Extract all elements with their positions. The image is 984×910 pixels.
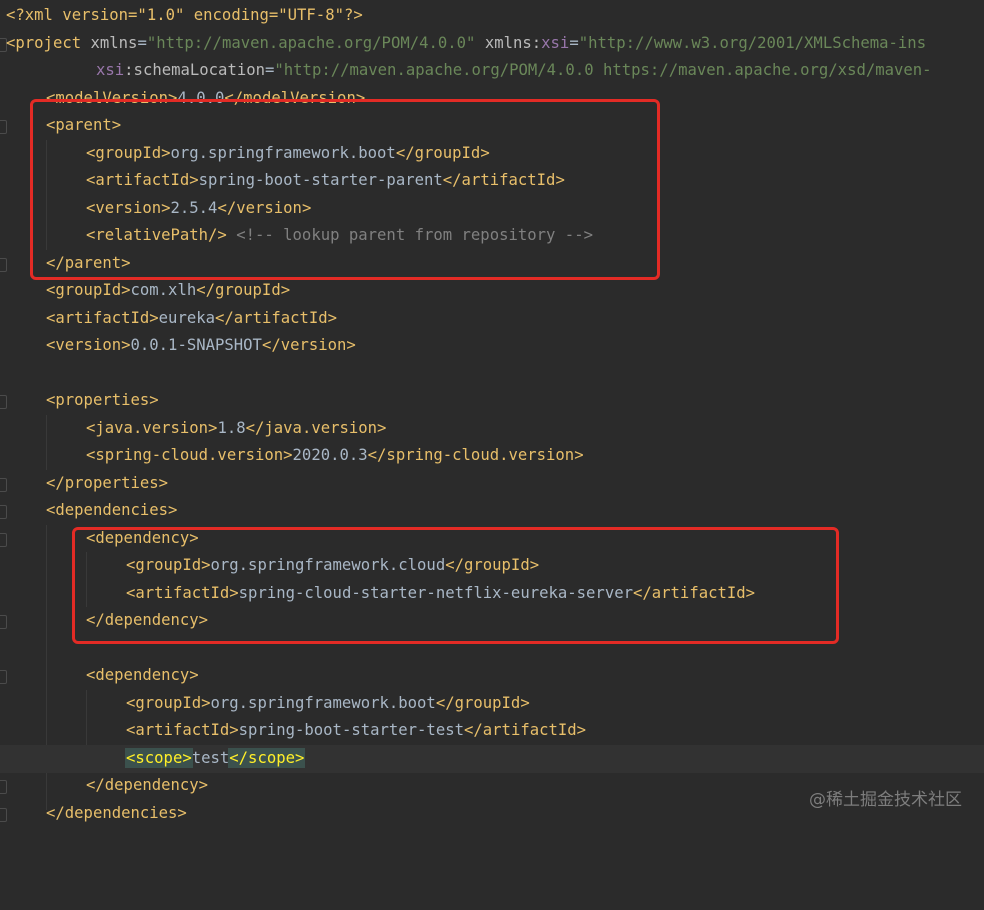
code-line[interactable]: <dependencies> (0, 497, 984, 525)
tag-text: spring-boot-starter-test (238, 721, 464, 739)
fold-marker-icon[interactable] (0, 670, 7, 684)
code-line[interactable]: <artifactId>spring-boot-starter-test</ar… (0, 717, 984, 745)
tag-text: 0.0.1-SNAPSHOT (130, 336, 262, 354)
tag-close: </java.version> (245, 419, 387, 437)
tag-close: </spring-cloud.version> (367, 446, 584, 464)
code-line[interactable]: <java.version>1.8</java.version> (0, 415, 984, 443)
tag-close: </artifactId> (215, 309, 338, 327)
tag-close: </groupId> (196, 281, 291, 299)
code-line[interactable]: <project xmlns="http://maven.apache.org/… (0, 30, 984, 58)
tag-open: <properties> (46, 391, 159, 409)
tag-open: <java.version> (86, 419, 218, 437)
code-line[interactable]: <groupId>com.xlh</groupId> (0, 277, 984, 305)
tag-text: eureka (158, 309, 216, 327)
tag-close: </groupId> (435, 694, 530, 712)
attr-value: "http://www.w3.org/2001/XMLSchema-ins (578, 34, 927, 52)
fold-marker-icon[interactable] (0, 395, 7, 409)
fold-marker-icon[interactable] (0, 808, 7, 822)
code-line[interactable]: <dependency> (0, 662, 984, 690)
tag-open: <version> (46, 336, 131, 354)
tag-text: org.springframework.boot (210, 694, 436, 712)
code-line[interactable]: </properties> (0, 470, 984, 498)
tag-open: <artifactId> (126, 721, 239, 739)
xml-declaration: <?xml version="1.0" encoding="UTF-8"?> (6, 6, 363, 24)
code-line[interactable]: <groupId>org.springframework.boot</group… (0, 690, 984, 718)
code-line[interactable]: <properties> (0, 387, 984, 415)
tag-text: 1.8 (217, 419, 246, 437)
tag-open: <groupId> (126, 694, 211, 712)
fold-marker-icon[interactable] (0, 780, 7, 794)
attr-value: "http://maven.apache.org/POM/4.0.0 https… (274, 61, 932, 79)
fold-marker-icon[interactable] (0, 258, 7, 272)
tag-open: <spring-cloud.version> (86, 446, 293, 464)
fold-marker-icon[interactable] (0, 533, 7, 547)
fold-marker-icon[interactable] (0, 615, 7, 629)
parent-highlight-box (30, 99, 660, 280)
equals: = (265, 61, 275, 79)
equals: = (137, 34, 147, 52)
fold-marker-icon[interactable] (0, 120, 7, 134)
attr-name: :schemaLocation (124, 61, 265, 79)
watermark: @稀土掘金技术社区 (809, 790, 962, 810)
tag-open-highlighted: <scope> (125, 748, 193, 768)
code-line[interactable]: <artifactId>eureka</artifactId> (0, 305, 984, 333)
code-line[interactable]: <version>0.0.1-SNAPSHOT</version> (0, 332, 984, 360)
dependency-highlight-box (72, 527, 839, 644)
tag-text: com.xlh (130, 281, 197, 299)
tag-text: test (191, 749, 230, 767)
attr-name: xmlns (81, 34, 138, 52)
code-editor[interactable]: <?xml version="1.0" encoding="UTF-8"?> <… (0, 0, 984, 832)
code-line[interactable]: <?xml version="1.0" encoding="UTF-8"?> (0, 2, 984, 30)
tag-open: <groupId> (46, 281, 131, 299)
tag-open: <project (6, 34, 82, 52)
tag-text: 2020.0.3 (292, 446, 368, 464)
attr-value: "http://maven.apache.org/POM/4.0.0" (146, 34, 476, 52)
tag-close: </dependencies> (46, 804, 187, 822)
attr-name: xmlns: (475, 34, 542, 52)
code-line[interactable]: <spring-cloud.version>2020.0.3</spring-c… (0, 442, 984, 470)
fold-marker-icon[interactable] (0, 478, 7, 492)
tag-close: </dependency> (86, 776, 209, 794)
tag-open: <dependencies> (46, 501, 178, 519)
tag-close-highlighted: </scope> (228, 748, 306, 768)
tag-close: </version> (261, 336, 356, 354)
tag-open: <dependency> (86, 666, 199, 684)
namespace-prefix: xsi (96, 61, 125, 79)
equals: = (569, 34, 579, 52)
tag-close: </artifactId> (464, 721, 587, 739)
tag-open: <artifactId> (46, 309, 159, 327)
code-line[interactable]: xsi:schemaLocation="http://maven.apache.… (0, 57, 984, 85)
namespace-prefix: xsi (541, 34, 570, 52)
tag-close: </properties> (46, 474, 169, 492)
fold-marker-icon[interactable] (0, 505, 7, 519)
code-line-current[interactable]: <scope>test</scope> (0, 745, 984, 773)
